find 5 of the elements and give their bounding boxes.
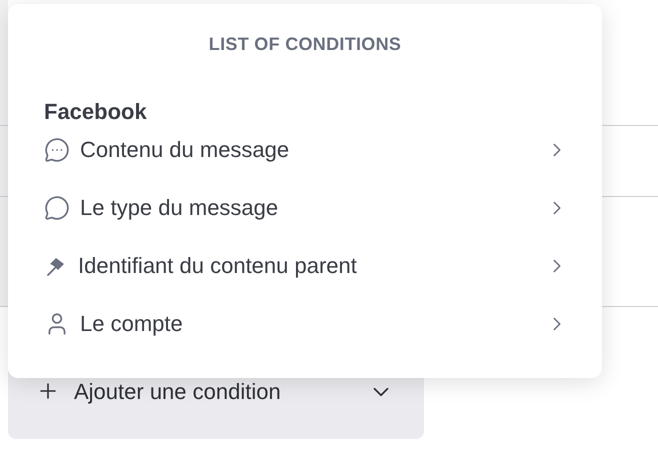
condition-item[interactable]: Le type du message [44,179,602,237]
condition-item[interactable]: Identifiant du contenu parent [44,237,602,295]
speech-bubble-icon [44,195,70,221]
popup-title: LIST OF CONDITIONS [208,34,402,55]
message-dots-icon [44,137,70,163]
